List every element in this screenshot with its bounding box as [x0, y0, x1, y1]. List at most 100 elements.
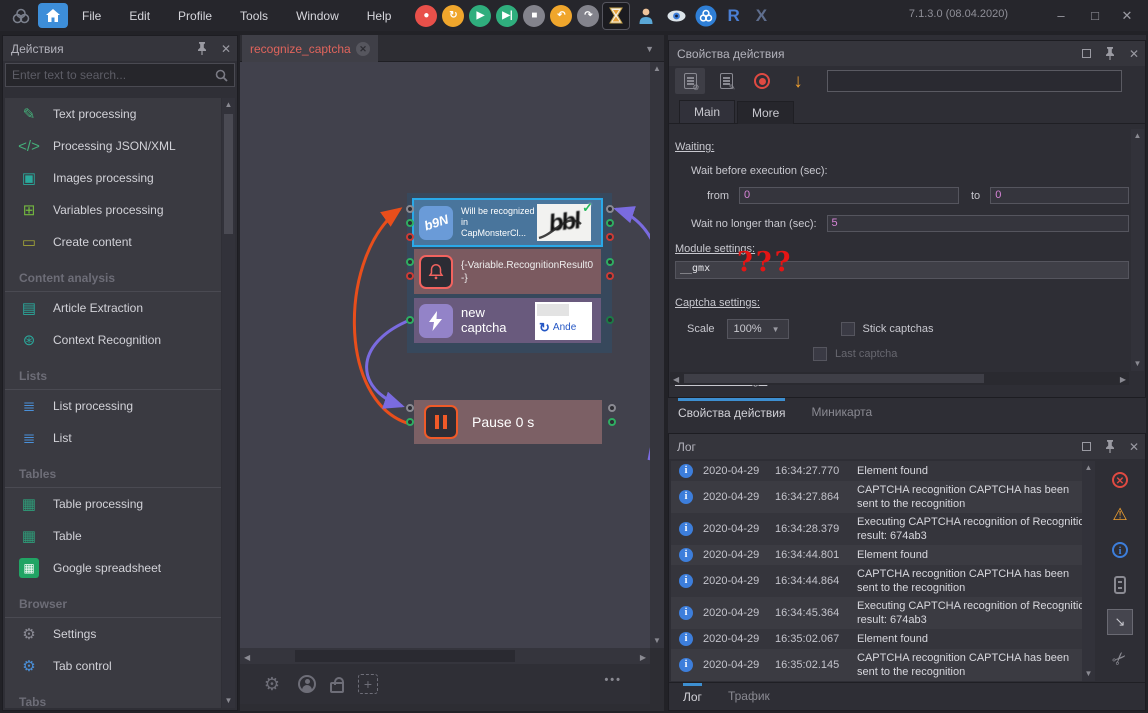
action-edit-button[interactable]: ✎ — [711, 68, 741, 94]
log-row[interactable]: i2020-04-2916:34:45.364Executing CAPTCHA… — [671, 597, 1095, 629]
pin-icon[interactable] — [1105, 47, 1115, 60]
maximize-icon[interactable] — [1082, 442, 1091, 451]
tab-main[interactable]: Main — [679, 100, 735, 123]
connector-dot[interactable] — [606, 233, 614, 241]
undo-button[interactable]: ↶ — [550, 5, 572, 27]
log-row[interactable]: i2020-04-2916:34:44.801Element found — [671, 545, 1095, 565]
watch-button[interactable] — [663, 3, 689, 29]
properties-vscrollbar[interactable]: ▲ ▼ — [1131, 129, 1144, 371]
wait-no-longer-input[interactable]: 5 — [827, 215, 1129, 232]
clear-log-icon[interactable]: ✂ — [1104, 643, 1135, 674]
connector-dot[interactable] — [406, 219, 414, 227]
sidebar-item-list-processing[interactable]: ≣List processing — [5, 390, 221, 422]
warnings-filter-icon[interactable]: ⚠ — [1109, 504, 1131, 526]
scroll-down-icon[interactable]: ▼ — [650, 634, 664, 648]
sidebar-item-tab-control[interactable]: ⚙Tab control — [5, 650, 221, 682]
scroll-down-icon[interactable]: ▼ — [1131, 357, 1144, 371]
lock-icon[interactable] — [330, 682, 344, 693]
sidebar-scrollbar[interactable]: ▲ ▼ — [222, 98, 235, 708]
scroll-left-icon[interactable]: ◀ — [244, 651, 250, 665]
menu-profile[interactable]: Profile — [164, 0, 226, 31]
node-new-captcha[interactable]: new captcha ↻Ande — [414, 298, 601, 343]
log-row[interactable]: i2020-04-2916:35:02.067Element found — [671, 629, 1095, 649]
tab-minimap[interactable]: Миникарта — [811, 398, 872, 419]
expand-icon[interactable]: ↘ — [1107, 609, 1133, 635]
flowchart-canvas[interactable]: b9N Will be recognized in CapMonsterCl..… — [240, 62, 650, 648]
menu-tools[interactable]: Tools — [226, 0, 282, 31]
action-settings-button[interactable]: ⚙ — [675, 68, 705, 94]
scroll-right-icon[interactable]: ▶ — [640, 651, 646, 665]
log-scrollbar[interactable]: ▲ ▼ — [1082, 461, 1095, 681]
to-input[interactable]: 0 — [990, 187, 1129, 204]
action-name-input[interactable] — [827, 70, 1122, 92]
scrollbar-thumb[interactable] — [224, 114, 233, 234]
connector-dot[interactable] — [406, 233, 414, 241]
canvas-hscrollbar[interactable]: ◀ ▶ — [240, 648, 650, 664]
project-tab[interactable]: recognize_captcha ✕ — [242, 35, 378, 62]
gear-icon[interactable]: ⚙ — [260, 672, 284, 696]
pin-icon[interactable] — [197, 42, 207, 55]
log-row[interactable]: i2020-04-2916:34:27.864CAPTCHA recogniti… — [671, 481, 1095, 513]
scrollbar-thumb[interactable] — [295, 650, 515, 662]
sidebar-item-settings[interactable]: ⚙Settings — [5, 618, 221, 650]
connector-dot[interactable] — [606, 272, 614, 280]
play-button[interactable]: ▶ — [469, 5, 491, 27]
sidebar-item-images-processing[interactable]: ▣Images processing — [5, 162, 221, 194]
from-input[interactable]: 0 — [739, 187, 959, 204]
log-row[interactable]: i2020-04-2916:34:27.770Element found — [671, 461, 1095, 481]
sidebar-item-google-spreadsheet[interactable]: ▦Google spreadsheet — [5, 552, 221, 584]
redo-button[interactable]: ↷ — [577, 5, 599, 27]
scale-dropdown[interactable]: 100%▼ — [727, 319, 789, 339]
log-row[interactable]: i2020-04-2916:35:02.145CAPTCHA recogniti… — [671, 649, 1095, 681]
connector-dot[interactable] — [406, 316, 414, 324]
sidebar-item-article-extraction[interactable]: ▤Article Extraction — [5, 292, 221, 324]
connector-dot[interactable] — [406, 404, 414, 412]
connector-dot[interactable] — [406, 258, 414, 266]
sidebar-item-text-processing[interactable]: ✎Text processing — [5, 98, 221, 130]
scroll-up-icon[interactable]: ▲ — [1082, 461, 1095, 475]
zenno-logo-button[interactable] — [693, 3, 719, 29]
menu-file[interactable]: File — [68, 0, 115, 31]
tab-log[interactable]: Лог — [683, 683, 702, 710]
sidebar-item-create-content[interactable]: ▭Create content — [5, 226, 221, 258]
play-to-end-button[interactable]: ▶| — [496, 5, 518, 27]
scroll-left-icon[interactable]: ◀ — [673, 373, 679, 387]
menu-window[interactable]: Window — [282, 0, 353, 31]
record-button[interactable]: ● — [415, 5, 437, 27]
connector-dot[interactable] — [606, 316, 614, 324]
canvas-vscrollbar[interactable]: ▲ ▼ — [650, 62, 664, 648]
insert-below-button[interactable]: ↓ — [783, 68, 813, 94]
scroll-down-icon[interactable]: ▼ — [1082, 667, 1095, 681]
tab-list-dropdown-icon[interactable]: ▼ — [645, 44, 654, 54]
profile-icon[interactable] — [298, 675, 316, 693]
sidebar-item-variables-processing[interactable]: ⊞Variables processing — [5, 194, 221, 226]
node-recognize-captcha[interactable]: b9N Will be recognized in CapMonsterCl..… — [414, 200, 601, 245]
x-tool-button[interactable]: X — [748, 6, 775, 26]
scroll-up-icon[interactable]: ▲ — [1131, 129, 1144, 143]
sidebar-item-context-recognition[interactable]: ⊛Context Recognition — [5, 324, 221, 356]
tab-close-icon[interactable]: ✕ — [356, 42, 370, 56]
log-row[interactable]: i2020-04-2916:34:28.379Executing CAPTCHA… — [671, 513, 1095, 545]
restart-button[interactable]: ↻ — [442, 5, 464, 27]
profile-button[interactable] — [633, 3, 659, 29]
home-button[interactable] — [38, 3, 68, 28]
maximize-icon[interactable] — [1082, 49, 1091, 58]
close-icon[interactable]: ✕ — [221, 43, 231, 55]
scroll-up-icon[interactable]: ▲ — [222, 98, 235, 112]
stick-captchas-checkbox[interactable] — [841, 322, 855, 336]
connector-dot[interactable] — [608, 418, 616, 426]
connector-dot[interactable] — [406, 205, 414, 213]
last-captcha-checkbox[interactable] — [813, 347, 827, 361]
sidebar-item-processing-json-xml[interactable]: </>Processing JSON/XML — [5, 130, 221, 162]
scroll-right-icon[interactable]: ▶ — [1120, 373, 1126, 387]
maximize-button[interactable]: □ — [1082, 6, 1108, 26]
hourglass-button[interactable] — [603, 3, 629, 29]
tab-more[interactable]: More — [737, 101, 794, 124]
minimize-button[interactable]: – — [1048, 6, 1074, 26]
connector-dot[interactable] — [606, 219, 614, 227]
scroll-up-icon[interactable]: ▲ — [650, 62, 664, 76]
device-icon[interactable] — [1109, 574, 1131, 596]
sidebar-item-table[interactable]: ▦Table — [5, 520, 221, 552]
node-alert-variable[interactable]: {-Variable.RecognitionResult0-} — [414, 249, 601, 294]
tab-traffic[interactable]: Трафик — [728, 683, 770, 710]
